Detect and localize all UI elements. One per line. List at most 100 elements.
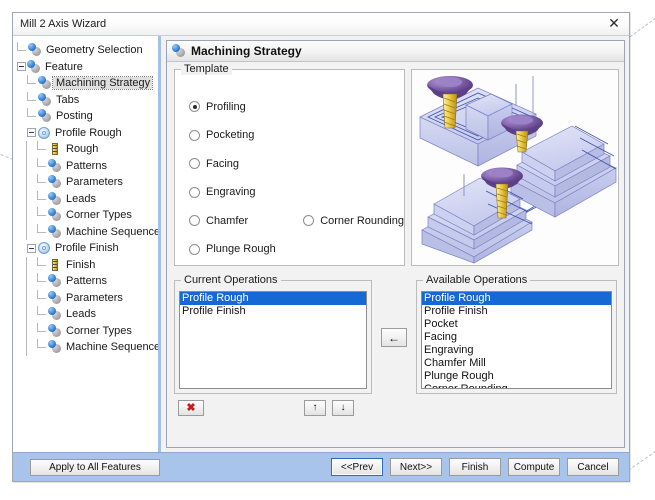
- sidebar-item-parameters[interactable]: Parameters: [17, 174, 158, 191]
- move-up-button[interactable]: ↑: [304, 400, 326, 416]
- radio-facing[interactable]: Facing: [189, 158, 239, 170]
- sidebar-item-patterns[interactable]: Patterns: [17, 273, 158, 290]
- list-item[interactable]: Corner Rounding: [422, 383, 611, 388]
- radio-button-indicator[interactable]: [303, 215, 315, 226]
- tree-connector: [37, 207, 47, 224]
- sidebar-item-parameters[interactable]: Parameters: [17, 289, 158, 306]
- radio-plunge-rough[interactable]: Plunge Rough: [189, 243, 276, 255]
- tree-indent: [17, 190, 37, 207]
- radio-chamfer[interactable]: Chamfer: [189, 215, 248, 227]
- radio-corner-rounding[interactable]: Corner Rounding: [303, 215, 404, 227]
- sidebar-item-feature[interactable]: Feature: [17, 59, 158, 76]
- sidebar-item-posting[interactable]: Posting: [17, 108, 158, 125]
- sidebar-item-finish[interactable]: Finish: [17, 256, 158, 274]
- delete-operation-button[interactable]: ✖: [178, 400, 204, 416]
- page-title: Machining Strategy: [191, 44, 302, 58]
- pane-frame: Machining Strategy Template Profiling Poc…: [166, 40, 625, 448]
- available-operations-column: Available Operations Profile Rough Profil…: [416, 274, 617, 394]
- sidebar-item-label: Corner Types: [66, 209, 132, 222]
- sidebar-item-label: Patterns: [66, 159, 107, 172]
- footer-button-finish[interactable]: Finish: [449, 458, 501, 476]
- footer-button-prev[interactable]: <<Prev: [331, 458, 383, 476]
- sidebar-item-geometry-selection[interactable]: Geometry Selection: [17, 42, 158, 59]
- current-operations-groupbox: Current Operations Profile Rough Profile …: [174, 274, 372, 394]
- tree-expander[interactable]: [27, 128, 36, 138]
- radio-button-indicator[interactable]: [189, 101, 200, 112]
- radio-profiling[interactable]: Profiling: [189, 101, 246, 113]
- sidebar-item-machining-strategy[interactable]: Machining Strategy: [17, 75, 158, 92]
- sidebar-item-corner-types[interactable]: Corner Types: [17, 322, 158, 339]
- tool-node-icon: [48, 142, 63, 156]
- operations-toolbar: ✖ ↑ ↓: [174, 400, 372, 416]
- milling-preview-illustration: [410, 69, 619, 266]
- sidebar-item-corner-types[interactable]: Corner Types: [17, 207, 158, 224]
- callout-line: [628, 444, 655, 471]
- footer-bar: Apply to All Features <<Prev Next>> Finish…: [13, 452, 629, 481]
- move-down-button[interactable]: ↓: [332, 400, 354, 416]
- list-item[interactable]: Profile Finish: [180, 305, 366, 318]
- tree-connector: [17, 42, 27, 59]
- current-operations-list[interactable]: Profile Rough Profile Finish: [179, 291, 367, 389]
- list-item[interactable]: Engraving: [422, 344, 611, 357]
- tree-indent: [17, 157, 37, 174]
- sidebar-item-leads[interactable]: Leads: [17, 306, 158, 323]
- tree-indent: [17, 306, 37, 323]
- tree-connector: [27, 91, 37, 109]
- list-item[interactable]: Chamfer Mill: [422, 357, 611, 370]
- radio-button-indicator[interactable]: [189, 129, 200, 141]
- tree-connector: [37, 306, 47, 323]
- sidebar-item-profile-rough[interactable]: Profile Rough: [17, 125, 158, 142]
- sidebar-item-machine-sequence[interactable]: Machine Sequence: [17, 223, 158, 240]
- close-icon[interactable]: ✕: [604, 14, 624, 32]
- apply-to-all-features-button[interactable]: Apply to All Features: [30, 458, 160, 476]
- tree-connector: [37, 273, 47, 290]
- template-radio-group[interactable]: Profiling Pocketing Facing Engraving Chamfer…: [175, 70, 404, 265]
- sphere-node-icon: [48, 191, 63, 206]
- available-operations-list[interactable]: Profile Rough Profile Finish Pocket Facing E…: [421, 291, 612, 389]
- footer-button-cancel[interactable]: Cancel: [567, 458, 619, 476]
- list-item[interactable]: Facing: [422, 331, 611, 344]
- radio-engraving[interactable]: Engraving: [189, 186, 256, 198]
- sidebar-item-profile-finish[interactable]: Profile Finish: [17, 240, 158, 257]
- list-item[interactable]: Profile Rough: [422, 292, 611, 305]
- sidebar-item-patterns[interactable]: Patterns: [17, 157, 158, 174]
- tree-expander[interactable]: [17, 62, 26, 72]
- sphere-node-icon: [48, 158, 63, 173]
- radio-button-indicator[interactable]: [189, 243, 200, 255]
- list-item[interactable]: Profile Rough: [180, 292, 366, 305]
- sphere-node-icon: [48, 175, 63, 189]
- list-item[interactable]: Pocket: [422, 318, 611, 331]
- tree-connector: [37, 339, 47, 356]
- available-operations-legend: Available Operations: [423, 274, 531, 286]
- sphere-node-icon: [38, 109, 53, 123]
- sidebar-item-rough[interactable]: Rough: [17, 141, 158, 158]
- tree-expander[interactable]: [27, 243, 36, 253]
- sidebar-item-tabs[interactable]: Tabs: [17, 91, 158, 109]
- footer-button-next[interactable]: Next>>: [390, 458, 442, 476]
- pane-header: Machining Strategy: [167, 41, 624, 62]
- sidebar-item-label: Finish: [66, 258, 96, 271]
- list-item[interactable]: Plunge Rough: [422, 370, 611, 383]
- sidebar-item-machine-sequence[interactable]: Machine Sequence: [17, 339, 158, 356]
- radio-pocketing[interactable]: Pocketing: [189, 129, 254, 141]
- tree-connector: [37, 256, 47, 274]
- pane-content: Template Profiling Pocketing Facing Engravi…: [167, 62, 624, 447]
- navigation-tree[interactable]: Geometry Selection Feature Machining Strat…: [13, 36, 161, 452]
- sphere-node-icon: [48, 274, 63, 288]
- radio-button-indicator[interactable]: [189, 186, 200, 198]
- sphere-node-icon: [28, 43, 43, 57]
- add-operation-button[interactable]: ←: [381, 328, 407, 347]
- sidebar-item-label: Corner Types: [66, 324, 132, 337]
- move-buttons: ↑ ↓: [304, 400, 354, 416]
- sphere-node-icon: [27, 59, 42, 74]
- sphere-node-icon: [48, 290, 63, 305]
- sidebar-item-leads[interactable]: Leads: [17, 190, 158, 207]
- radio-button-indicator[interactable]: [189, 215, 200, 226]
- list-item[interactable]: Profile Finish: [422, 305, 611, 318]
- radio-label: Plunge Rough: [206, 243, 276, 255]
- radio-button-indicator[interactable]: [189, 158, 200, 169]
- footer-button-compute[interactable]: Compute: [508, 458, 560, 476]
